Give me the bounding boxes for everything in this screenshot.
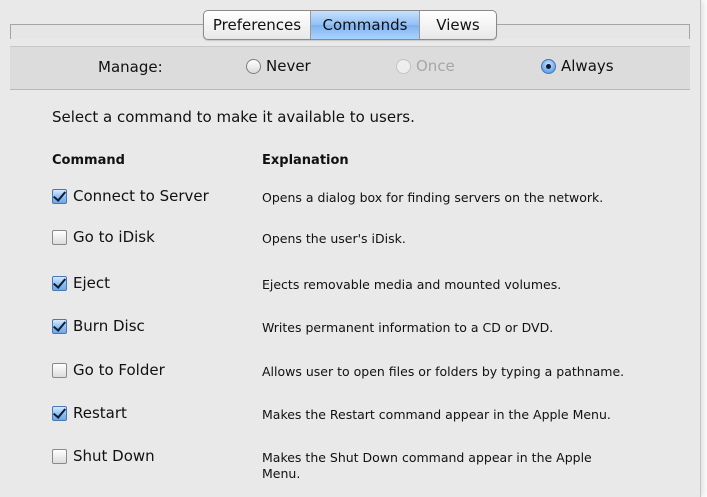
burn-disc-option[interactable]: Burn Disc [52,317,145,335]
command-column-header: Command [52,153,125,168]
go-to-idisk-option[interactable]: Go to iDisk [52,228,155,246]
manage-always-radio[interactable] [541,58,556,74]
manage-once-label: Once [416,57,455,75]
manage-bar: Manage: Never Once Always [10,46,690,90]
eject-explanation: Ejects removable media and mounted volum… [262,277,562,292]
restart-checkbox[interactable] [52,405,67,421]
command-row-eject: Eject Ejects removable media and mounted… [52,274,682,304]
tab-bar: Preferences Commands Views [203,10,497,40]
eject-checkbox[interactable] [52,275,67,291]
shut-down-checkbox[interactable] [52,448,67,464]
tab-commands[interactable]: Commands [311,11,420,39]
manage-never-option[interactable]: Never [246,57,311,75]
go-to-folder-option[interactable]: Go to Folder [52,361,165,379]
commands-pane: Preferences Commands Views Manage: Never… [0,0,701,497]
burn-disc-checkbox[interactable] [52,318,67,334]
manage-once-option: Once [396,57,455,75]
command-row-shut-down: Shut Down Makes the Shut Down command ap… [52,447,682,487]
manage-always-option[interactable]: Always [541,57,614,75]
connect-to-server-checkbox[interactable] [52,188,67,204]
command-row-burn-disc: Burn Disc Writes permanent information t… [52,317,682,347]
burn-disc-label: Burn Disc [73,317,145,335]
manage-label: Manage: [98,58,163,76]
tab-views[interactable]: Views [420,11,496,39]
shut-down-option[interactable]: Shut Down [52,447,155,465]
restart-explanation: Makes the Restart command appear in the … [262,407,611,422]
manage-always-label: Always [561,57,614,75]
explanation-column-header: Explanation [262,153,349,168]
go-to-idisk-explanation: Opens the user's iDisk. [262,231,406,246]
command-row-connect-to-server: Connect to Server Opens a dialog box for… [52,187,682,217]
shut-down-explanation: Makes the Shut Down command appear in th… [262,450,592,481]
connect-to-server-option[interactable]: Connect to Server [52,187,209,205]
manage-never-radio[interactable] [246,58,261,74]
go-to-folder-checkbox[interactable] [52,362,67,378]
eject-option[interactable]: Eject [52,274,110,292]
shut-down-label: Shut Down [73,447,155,465]
go-to-folder-label: Go to Folder [73,361,165,379]
manage-once-radio [396,58,411,74]
connect-to-server-explanation: Opens a dialog box for finding servers o… [262,190,604,205]
restart-label: Restart [73,404,127,422]
command-row-go-to-idisk: Go to iDisk Opens the user's iDisk. [52,228,682,258]
restart-option[interactable]: Restart [52,404,127,422]
burn-disc-explanation: Writes permanent information to a CD or … [262,320,554,335]
go-to-idisk-checkbox[interactable] [52,229,67,245]
manage-never-label: Never [266,57,311,75]
intro-text: Select a command to make it available to… [52,108,415,126]
go-to-idisk-label: Go to iDisk [73,228,155,246]
go-to-folder-explanation: Allows user to open files or folders by … [262,364,625,379]
connect-to-server-label: Connect to Server [73,187,209,205]
tab-preferences[interactable]: Preferences [204,11,311,39]
command-row-go-to-folder: Go to Folder Allows user to open files o… [52,361,682,391]
command-row-restart: Restart Makes the Restart command appear… [52,404,682,434]
eject-label: Eject [73,274,111,292]
